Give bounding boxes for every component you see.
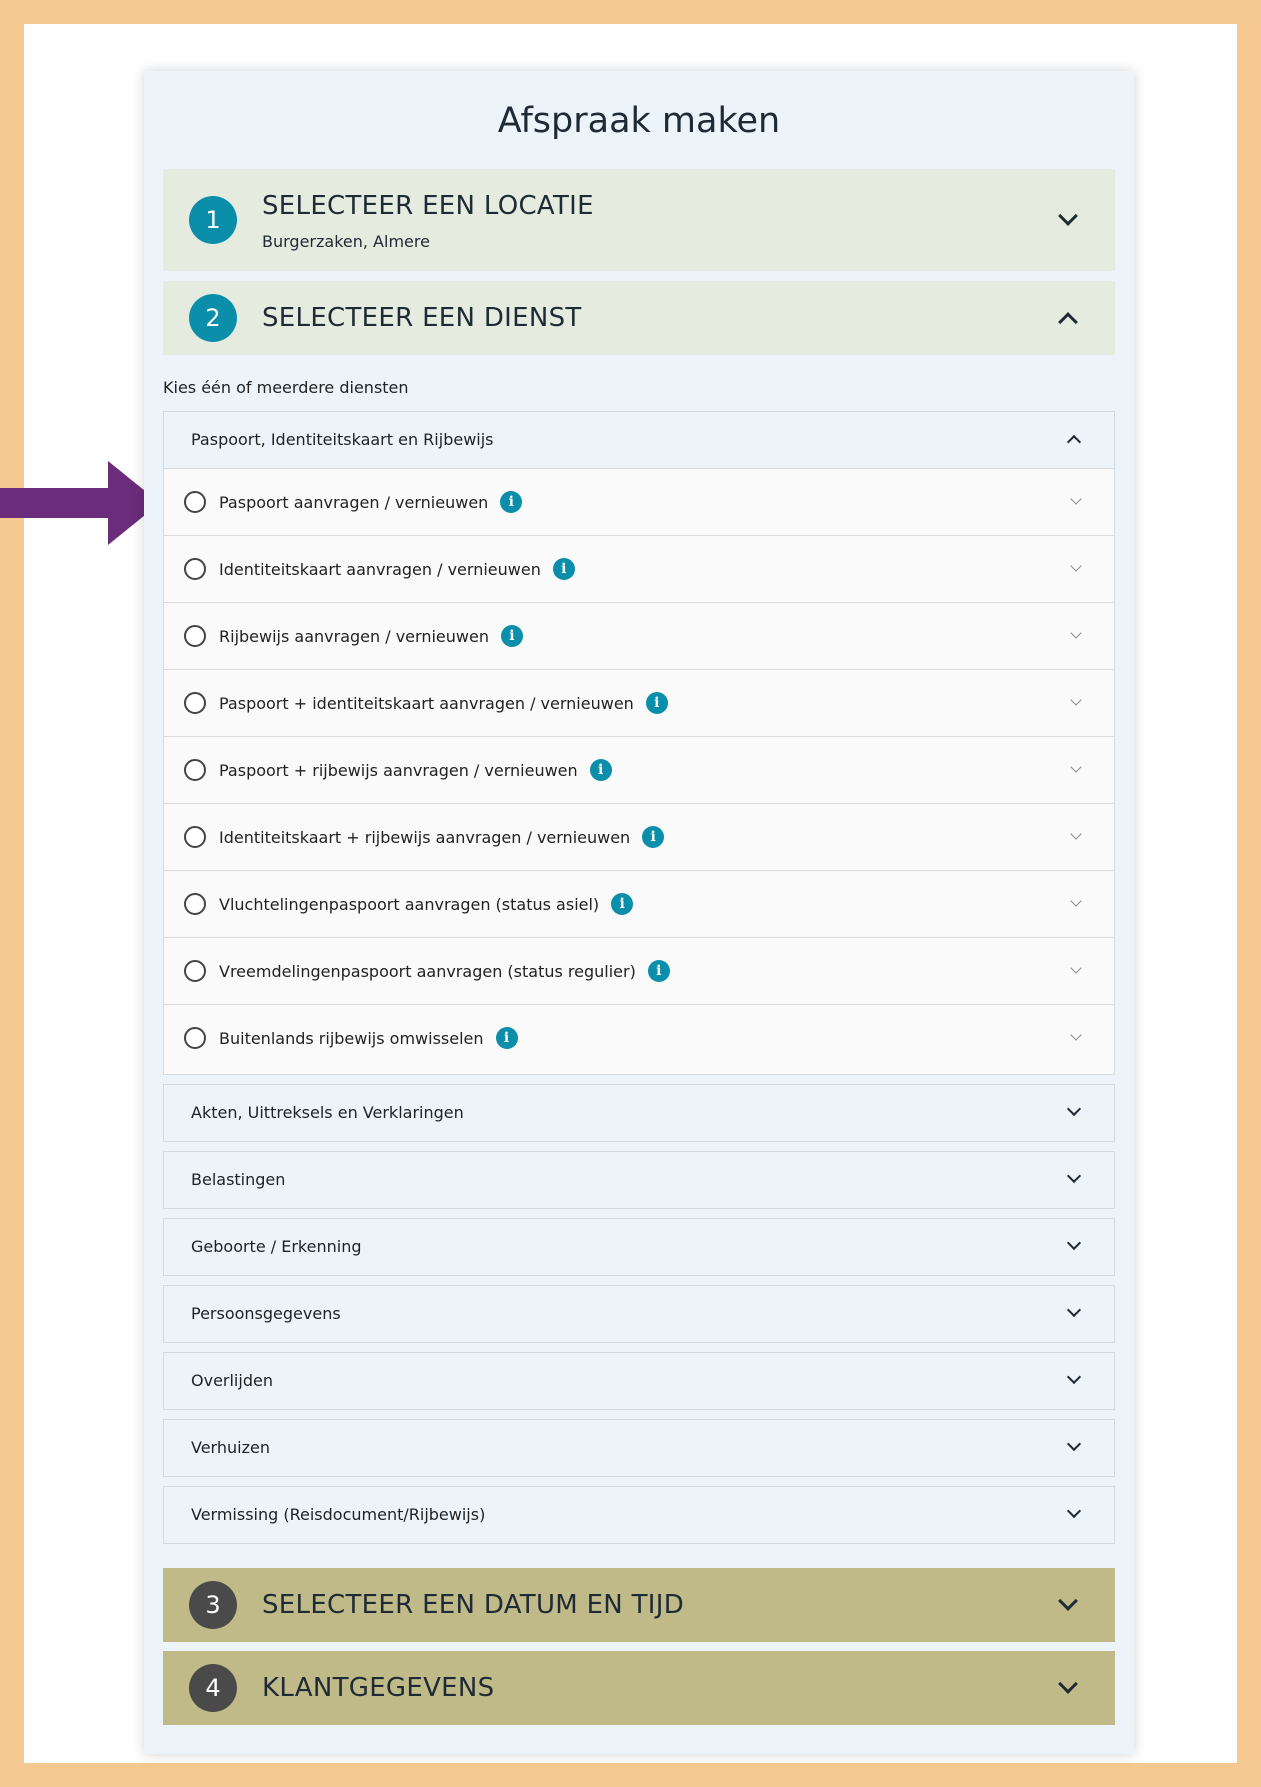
chevron-down-icon[interactable] <box>1070 493 1082 505</box>
chevron-down-icon[interactable] <box>1058 206 1078 226</box>
service-option-label: Rijbewijs aanvragen / vernieuwen <box>219 627 489 646</box>
radio-button[interactable] <box>184 692 206 714</box>
chevron-down-icon[interactable] <box>1066 1503 1082 1519</box>
radio-button[interactable] <box>184 625 206 647</box>
step-number: 3 <box>189 1581 237 1629</box>
info-icon[interactable]: i <box>647 959 670 982</box>
service-option-label: Identiteitskaart + rijbewijs aanvragen /… <box>219 828 631 847</box>
chevron-down-icon[interactable] <box>1070 627 1082 639</box>
service-option-label: Buitenlands rijbewijs omwisselen <box>219 1029 484 1048</box>
service-hint: Kies één of meerdere diensten <box>163 378 409 397</box>
service-group-label: Belastingen <box>191 1170 286 1189</box>
service-group-collapsed[interactable]: Akten, Uittreksels en Verklaringen <box>163 1084 1115 1142</box>
step-service[interactable]: 2 SELECTEER EEN DIENST <box>163 281 1115 355</box>
chevron-down-icon[interactable] <box>1066 1101 1082 1117</box>
info-icon[interactable]: i <box>589 758 612 781</box>
service-option[interactable]: Paspoort aanvragen / vernieuwen i <box>164 468 1114 535</box>
service-option[interactable]: Buitenlands rijbewijs omwisselen i <box>164 1004 1114 1074</box>
appointment-card: Afspraak maken 1 SELECTEER EEN LOCATIE B… <box>144 71 1134 1754</box>
arrow-right-icon <box>0 461 160 545</box>
service-option[interactable]: Identiteitskaart + rijbewijs aanvragen /… <box>164 803 1114 870</box>
service-option-label: Paspoort aanvragen / vernieuwen <box>219 493 489 512</box>
chevron-up-icon[interactable] <box>1066 434 1082 450</box>
info-icon[interactable]: i <box>500 624 523 647</box>
step-customer-details[interactable]: 4 KLANTGEGEVENS <box>163 1651 1115 1725</box>
service-option-label: Vreemdelingenpaspoort aanvragen (status … <box>219 962 636 981</box>
radio-button[interactable] <box>184 826 206 848</box>
service-option[interactable]: Vluchtelingenpaspoort aanvragen (status … <box>164 870 1114 937</box>
step-location[interactable]: 1 SELECTEER EEN LOCATIE Burgerzaken, Alm… <box>163 169 1115 271</box>
radio-button[interactable] <box>184 893 206 915</box>
service-option[interactable]: Rijbewijs aanvragen / vernieuwen i <box>164 602 1114 669</box>
service-group-collapsed[interactable]: Vermissing (Reisdocument/Rijbewijs) <box>163 1486 1115 1544</box>
chevron-down-icon[interactable] <box>1066 1168 1082 1184</box>
chevron-down-icon[interactable] <box>1070 761 1082 773</box>
chevron-down-icon[interactable] <box>1066 1369 1082 1385</box>
info-icon[interactable]: i <box>642 825 665 848</box>
chevron-down-icon[interactable] <box>1070 828 1082 840</box>
radio-button[interactable] <box>184 960 206 982</box>
service-option[interactable]: Identiteitskaart aanvragen / vernieuwen i <box>164 535 1114 602</box>
service-group-label: Persoonsgegevens <box>191 1304 341 1323</box>
service-group-collapsed[interactable]: Belastingen <box>163 1151 1115 1209</box>
chevron-down-icon[interactable] <box>1070 1029 1082 1041</box>
info-icon[interactable]: i <box>500 490 523 513</box>
info-icon[interactable]: i <box>645 691 668 714</box>
chevron-up-icon[interactable] <box>1058 312 1078 332</box>
service-option[interactable]: Vreemdelingenpaspoort aanvragen (status … <box>164 937 1114 1004</box>
step-title: SELECTEER EEN LOCATIE <box>262 191 594 221</box>
radio-button[interactable] <box>184 491 206 513</box>
chevron-down-icon[interactable] <box>1070 560 1082 572</box>
service-group-label: Verhuizen <box>191 1438 270 1457</box>
step-number: 1 <box>189 196 237 244</box>
info-icon[interactable]: i <box>552 557 575 580</box>
service-group-collapsed[interactable]: Persoonsgegevens <box>163 1285 1115 1343</box>
radio-button[interactable] <box>184 759 206 781</box>
service-group-label: Vermissing (Reisdocument/Rijbewijs) <box>191 1505 486 1524</box>
step-number: 2 <box>189 294 237 342</box>
step-date-time[interactable]: 3 SELECTEER EEN DATUM EN TIJD <box>163 1568 1115 1642</box>
info-icon[interactable]: i <box>611 892 634 915</box>
service-group-collapsed[interactable]: Verhuizen <box>163 1419 1115 1477</box>
service-option-label: Paspoort + identiteitskaart aanvragen / … <box>219 694 634 713</box>
step-title: KLANTGEGEVENS <box>262 1673 495 1703</box>
service-option-label: Identiteitskaart aanvragen / vernieuwen <box>219 560 541 579</box>
service-group-open: Paspoort, Identiteitskaart en Rijbewijs … <box>163 411 1115 1075</box>
chevron-down-icon[interactable] <box>1070 895 1082 907</box>
service-group-label: Overlijden <box>191 1371 273 1390</box>
chevron-down-icon[interactable] <box>1066 1302 1082 1318</box>
chevron-down-icon[interactable] <box>1058 1674 1078 1694</box>
service-group-label: Geboorte / Erkenning <box>191 1237 362 1256</box>
service-group-label: Akten, Uittreksels en Verklaringen <box>191 1103 464 1122</box>
chevron-down-icon[interactable] <box>1070 694 1082 706</box>
chevron-down-icon[interactable] <box>1066 1235 1082 1251</box>
service-option[interactable]: Paspoort + identiteitskaart aanvragen / … <box>164 669 1114 736</box>
chevron-down-icon[interactable] <box>1070 962 1082 974</box>
service-group-collapsed[interactable]: Geboorte / Erkenning <box>163 1218 1115 1276</box>
service-group-header[interactable]: Paspoort, Identiteitskaart en Rijbewijs <box>164 412 1114 468</box>
service-group-label: Paspoort, Identiteitskaart en Rijbewijs <box>191 430 494 449</box>
step-number: 4 <box>189 1664 237 1712</box>
service-option-label: Vluchtelingenpaspoort aanvragen (status … <box>219 895 600 914</box>
radio-button[interactable] <box>184 558 206 580</box>
service-option-label: Paspoort + rijbewijs aanvragen / vernieu… <box>219 761 578 780</box>
service-group-collapsed[interactable]: Overlijden <box>163 1352 1115 1410</box>
step-title: SELECTEER EEN DATUM EN TIJD <box>262 1590 685 1620</box>
radio-button[interactable] <box>184 1027 206 1049</box>
page-title: Afspraak maken <box>497 101 781 141</box>
chevron-down-icon[interactable] <box>1058 1591 1078 1611</box>
step-subtitle: Burgerzaken, Almere <box>262 232 430 251</box>
info-icon[interactable]: i <box>495 1026 518 1049</box>
chevron-down-icon[interactable] <box>1066 1436 1082 1452</box>
step-title: SELECTEER EEN DIENST <box>262 303 582 333</box>
service-option[interactable]: Paspoort + rijbewijs aanvragen / vernieu… <box>164 736 1114 803</box>
